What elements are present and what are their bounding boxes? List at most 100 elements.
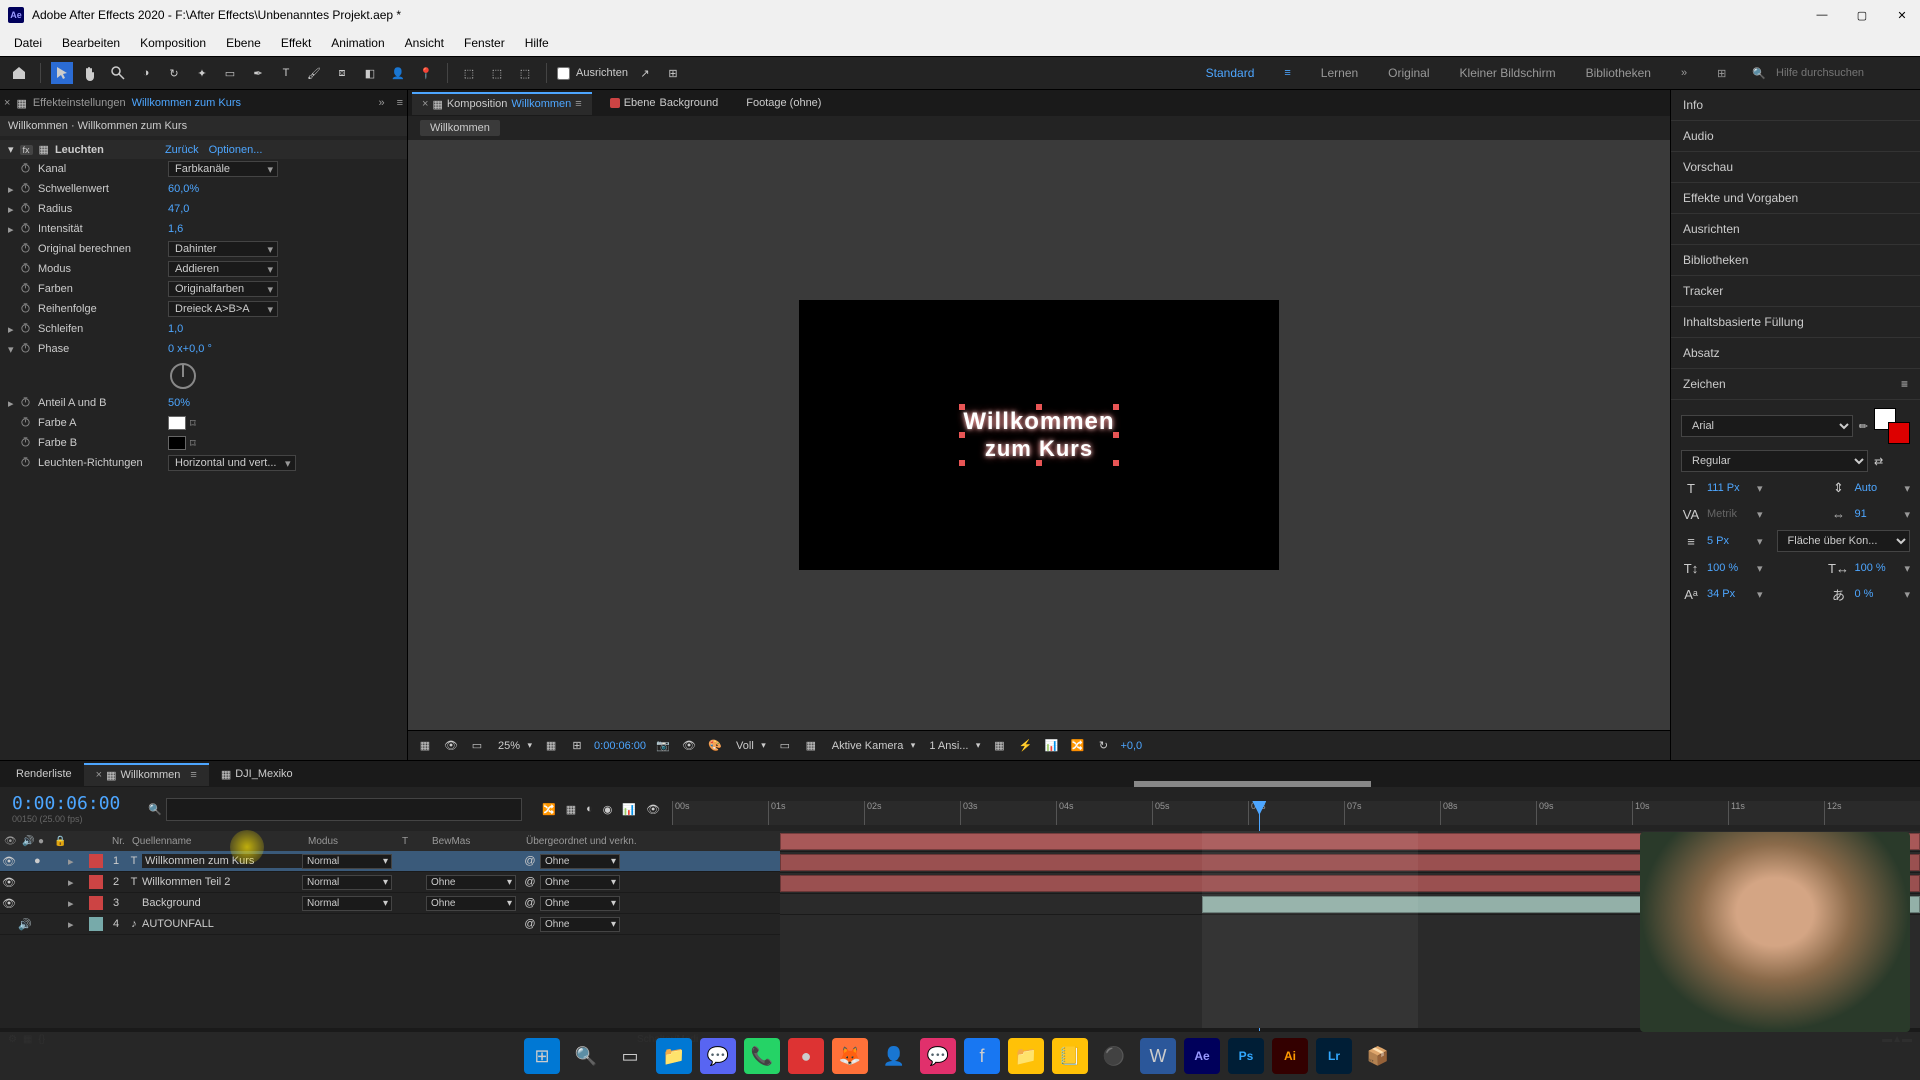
effect-visible-icon[interactable]: ▦: [39, 143, 49, 156]
baseline-value[interactable]: 34 Px: [1707, 588, 1751, 600]
stopwatch-icon[interactable]: [20, 162, 34, 176]
parent-dropdown[interactable]: Ohne: [540, 854, 620, 869]
fast-preview-icon[interactable]: ⚡: [1016, 739, 1034, 752]
comp-breadcrumb[interactable]: Willkommen: [420, 120, 500, 136]
layer-row[interactable]: 👁 ▸ 3 Background Normal Ohne @ Ohne: [0, 893, 780, 914]
effect-reset[interactable]: Zurück: [165, 144, 199, 156]
stroke-style-dropdown[interactable]: Fläche über Kon...: [1777, 530, 1910, 552]
pickwhip-icon[interactable]: @: [520, 897, 540, 909]
menu-animation[interactable]: Animation: [321, 32, 394, 54]
phase-value[interactable]: 0 x+0,0 °: [168, 343, 212, 355]
stopwatch-icon[interactable]: [20, 202, 34, 216]
world-axis-icon[interactable]: ⬚: [486, 62, 508, 84]
parent-dropdown[interactable]: Ohne: [540, 896, 620, 911]
work-area-bar[interactable]: [1134, 781, 1371, 787]
stopwatch-icon[interactable]: [20, 182, 34, 196]
messenger-icon[interactable]: 💬: [920, 1038, 956, 1074]
menu-bearbeiten[interactable]: Bearbeiten: [52, 32, 130, 54]
text-layer-preview[interactable]: Willkommen zum Kurs: [963, 408, 1114, 462]
draft-3d-icon[interactable]: ▦: [566, 803, 576, 816]
panel-menu-icon[interactable]: ×: [4, 97, 10, 109]
layer-color-tag[interactable]: [89, 854, 103, 868]
discord-icon[interactable]: 💬: [700, 1038, 736, 1074]
blend-mode-dropdown[interactable]: Normal: [302, 854, 392, 869]
color-mgmt-icon[interactable]: 🎨: [706, 739, 724, 752]
audio-toggle[interactable]: 🔊: [18, 918, 34, 931]
effect-tab-layer[interactable]: Willkommen zum Kurs: [132, 97, 241, 109]
word-icon[interactable]: W: [1140, 1038, 1176, 1074]
pen-tool[interactable]: ✒: [247, 62, 269, 84]
solo-toggle[interactable]: ●: [34, 855, 50, 867]
camera-dropdown[interactable]: Aktive Kamera: [828, 738, 918, 754]
illustrator-icon[interactable]: Ai: [1272, 1038, 1308, 1074]
panel-overflow-icon[interactable]: »: [378, 97, 384, 109]
workspace-lernen[interactable]: Lernen: [1321, 66, 1358, 80]
twirl-icon[interactable]: ▸: [68, 897, 86, 910]
brush-tool[interactable]: 🖌: [303, 62, 325, 84]
mask-icon[interactable]: ▭: [468, 739, 486, 752]
views-dropdown[interactable]: 1 Ansi...: [925, 738, 982, 754]
snap-options-icon[interactable]: ↗: [634, 62, 656, 84]
facebook-icon[interactable]: f: [964, 1038, 1000, 1074]
vscale-value[interactable]: 100 %: [1707, 562, 1751, 574]
eraser-tool[interactable]: ◧: [359, 62, 381, 84]
panel-vorschau[interactable]: Vorschau: [1671, 152, 1920, 183]
minimize-button[interactable]: —: [1812, 9, 1832, 22]
tsume-value[interactable]: 0 %: [1854, 588, 1898, 600]
stopwatch-icon[interactable]: [20, 456, 34, 470]
type-tool[interactable]: T: [275, 62, 297, 84]
font-style-dropdown[interactable]: Regular: [1681, 450, 1868, 472]
schleifen-value[interactable]: 1,0: [168, 323, 183, 335]
guides-icon[interactable]: ⊞: [568, 739, 586, 752]
layer-color-tag[interactable]: [89, 917, 103, 931]
channel-icon[interactable]: 👁: [442, 739, 460, 752]
panel-zeichen-title[interactable]: Zeichen: [1683, 377, 1726, 391]
tracking-value[interactable]: 91: [1854, 508, 1898, 520]
rect-tool[interactable]: ▭: [219, 62, 241, 84]
app-icon-red[interactable]: ●: [788, 1038, 824, 1074]
maximize-button[interactable]: ▢: [1852, 9, 1872, 22]
after-effects-taskbar-icon[interactable]: Ae: [1184, 1038, 1220, 1074]
timeline-icon[interactable]: 📊: [1042, 739, 1060, 752]
exposure-value[interactable]: +0,0: [1120, 740, 1142, 752]
layer-row[interactable]: 👁 ▸ 2 T Willkommen Teil 2 Normal Ohne @ …: [0, 872, 780, 893]
panel-ausrichten[interactable]: Ausrichten: [1671, 214, 1920, 245]
frame-blend-icon[interactable]: ◐: [586, 803, 593, 815]
stopwatch-icon[interactable]: [20, 282, 34, 296]
lightroom-icon[interactable]: Lr: [1316, 1038, 1352, 1074]
viewer-time[interactable]: 0:00:06:00: [594, 740, 646, 752]
twirl-icon[interactable]: ▸: [68, 876, 86, 889]
orbit-tool[interactable]: ◑: [135, 62, 157, 84]
alpha-icon[interactable]: ▦: [416, 739, 434, 752]
panel-bibliotheken[interactable]: Bibliotheken: [1671, 245, 1920, 276]
search-taskbar-icon[interactable]: 🔍: [568, 1038, 604, 1074]
radius-value[interactable]: 47,0: [168, 203, 189, 215]
kerning-value[interactable]: Metrik: [1707, 508, 1751, 520]
farbe-a-swatch[interactable]: [168, 416, 186, 430]
visibility-toggle[interactable]: 👁: [0, 876, 18, 889]
menu-ansicht[interactable]: Ansicht: [395, 32, 454, 54]
blend-mode-dropdown[interactable]: Normal: [302, 896, 392, 911]
panel-tracker[interactable]: Tracker: [1671, 276, 1920, 307]
schwellenwert-value[interactable]: 60,0%: [168, 183, 199, 195]
stopwatch-icon[interactable]: [20, 262, 34, 276]
app-icon-yellow[interactable]: 📒: [1052, 1038, 1088, 1074]
folder-icon[interactable]: 📁: [1008, 1038, 1044, 1074]
panel-fuellung[interactable]: Inhaltsbasierte Füllung: [1671, 307, 1920, 338]
stroke-color[interactable]: [1888, 422, 1910, 444]
close-button[interactable]: ✕: [1892, 9, 1912, 22]
menu-ebene[interactable]: Ebene: [216, 32, 271, 54]
panel-options-icon[interactable]: ≡: [1901, 377, 1908, 391]
stopwatch-icon[interactable]: [20, 436, 34, 450]
timeline-tab-renderliste[interactable]: Renderliste: [4, 764, 84, 784]
help-search-input[interactable]: [1772, 63, 1912, 83]
visibility-toggle[interactable]: 👁: [0, 855, 18, 868]
intensitat-value[interactable]: 1,6: [168, 223, 183, 235]
clone-tool[interactable]: ⧈: [331, 62, 353, 84]
layer-search-input[interactable]: [166, 798, 522, 821]
hand-tool[interactable]: [79, 62, 101, 84]
farben-dropdown[interactable]: Originalfarben: [168, 281, 278, 297]
farbe-b-swatch[interactable]: [168, 436, 186, 450]
puppet-tool[interactable]: 📍: [415, 62, 437, 84]
stopwatch-icon[interactable]: [20, 396, 34, 410]
